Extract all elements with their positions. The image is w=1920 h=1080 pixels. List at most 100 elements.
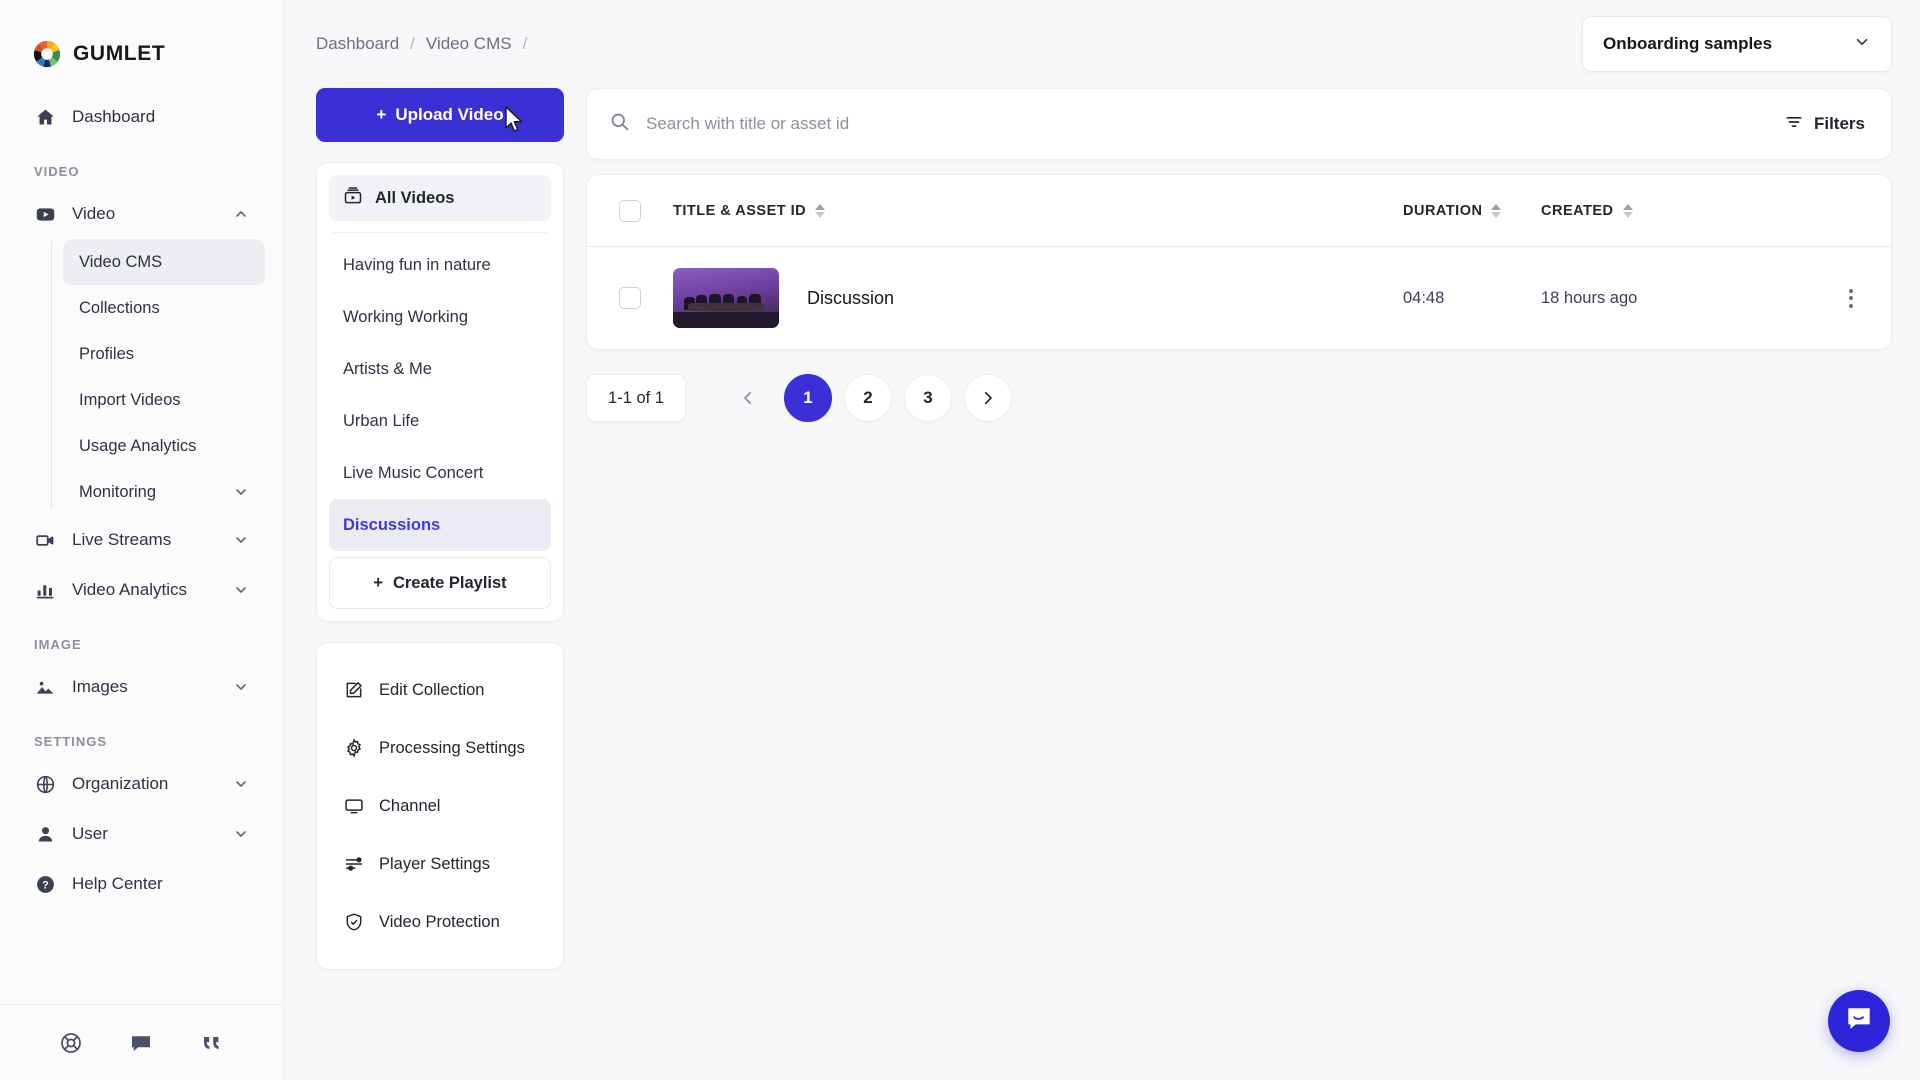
image-icon bbox=[34, 676, 56, 698]
sort-created[interactable] bbox=[1622, 203, 1633, 218]
playlist-item-discussions[interactable]: Discussions bbox=[329, 499, 551, 551]
app-root: GUMLET Dashboard VIDEO Video Video CMS C… bbox=[0, 0, 1920, 1080]
sidebar-item-user-label: User bbox=[72, 824, 108, 843]
sidebar-item-monitoring[interactable]: Monitoring bbox=[63, 469, 265, 515]
sidebar-item-dashboard[interactable]: Dashboard bbox=[18, 92, 265, 142]
sidebar-item-live-streams[interactable]: Live Streams bbox=[18, 515, 265, 565]
create-playlist-button[interactable]: + Create Playlist bbox=[329, 557, 551, 609]
sidebar-item-collections[interactable]: Collections bbox=[63, 285, 265, 331]
sidebar-item-import-videos[interactable]: Import Videos bbox=[63, 377, 265, 423]
intercom-chat-button[interactable] bbox=[1828, 990, 1890, 1052]
sidebar-item-usage-analytics[interactable]: Usage Analytics bbox=[63, 423, 265, 469]
sidebar-nav: Dashboard VIDEO Video Video CMS Collecti… bbox=[0, 78, 283, 1004]
chevron-down-icon bbox=[233, 826, 249, 842]
kebab-menu-icon[interactable] bbox=[1849, 288, 1853, 308]
playlist-item-live-music-concert[interactable]: Live Music Concert bbox=[329, 447, 551, 499]
sidebar-item-video-analytics[interactable]: Video Analytics bbox=[18, 565, 265, 615]
filters-button[interactable]: Filters bbox=[1784, 112, 1865, 137]
playlist-item-artists-and-me[interactable]: Artists & Me bbox=[329, 343, 551, 395]
chevron-down-icon bbox=[233, 776, 249, 792]
chevron-down-icon bbox=[233, 532, 249, 548]
playlist-item-label: Having fun in nature bbox=[343, 255, 491, 274]
home-icon bbox=[34, 106, 56, 128]
sidebar-item-profiles-label: Profiles bbox=[79, 344, 135, 363]
playlist-item-having-fun-in-nature[interactable]: Having fun in nature bbox=[329, 239, 551, 291]
channel-item[interactable]: Channel bbox=[329, 777, 551, 835]
quote-icon[interactable] bbox=[199, 1030, 225, 1056]
globe-icon bbox=[34, 773, 56, 795]
pagination-page-2[interactable]: 2 bbox=[844, 374, 892, 422]
sort-duration[interactable] bbox=[1491, 203, 1502, 218]
chat-icon[interactable] bbox=[128, 1030, 154, 1056]
sidebar-item-monitoring-label: Monitoring bbox=[79, 482, 157, 501]
discussion-thumbnail[interactable] bbox=[673, 268, 779, 328]
edit-square-icon bbox=[343, 679, 365, 701]
sidebar-item-usage-analytics-label: Usage Analytics bbox=[79, 436, 197, 455]
playlist-item-label: Working Working bbox=[343, 307, 469, 326]
sidebar-group-video[interactable]: Video bbox=[18, 189, 265, 239]
question-circle-icon: ? bbox=[34, 873, 56, 895]
player-settings-item[interactable]: Player Settings bbox=[329, 835, 551, 893]
playlist-card: All Videos Having fun in nature Working … bbox=[316, 162, 564, 622]
row-checkbox[interactable] bbox=[619, 287, 641, 309]
sort-title-asset-id[interactable] bbox=[815, 203, 826, 218]
breadcrumb-video-cms[interactable]: Video CMS bbox=[426, 34, 512, 54]
column-created-label: CREATED bbox=[1541, 202, 1614, 219]
pagination-next-button[interactable] bbox=[964, 374, 1012, 422]
svg-text:?: ? bbox=[42, 879, 49, 891]
row-duration-value: 04:48 bbox=[1403, 288, 1445, 307]
breadcrumb-dashboard[interactable]: Dashboard bbox=[316, 34, 399, 54]
organization-select[interactable]: Onboarding samples bbox=[1582, 16, 1892, 72]
sidebar-item-organization[interactable]: Organization bbox=[18, 759, 265, 809]
brand-logo[interactable]: GUMLET bbox=[0, 0, 283, 78]
pagination-page-1[interactable]: 1 bbox=[784, 374, 832, 422]
search-bar: Filters bbox=[586, 88, 1892, 160]
edit-collection-item[interactable]: Edit Collection bbox=[329, 661, 551, 719]
sidebar-footer bbox=[0, 1004, 283, 1080]
filters-button-label: Filters bbox=[1813, 114, 1865, 133]
search-input[interactable] bbox=[646, 114, 1784, 134]
intercom-chat-icon bbox=[1844, 1004, 1874, 1039]
sidebar-item-help-center-label: Help Center bbox=[72, 874, 163, 893]
row-created-value: 18 hours ago bbox=[1541, 288, 1638, 307]
pagination-page-3[interactable]: 3 bbox=[904, 374, 952, 422]
sidebar-section-video: VIDEO bbox=[34, 164, 80, 179]
sidebar-item-import-videos-label: Import Videos bbox=[79, 390, 181, 409]
right-column: Filters TITLE & ASSET ID bbox=[586, 88, 1892, 970]
upload-video-button[interactable]: + Upload Video bbox=[316, 88, 564, 142]
playlist-item-urban-life[interactable]: Urban Life bbox=[329, 395, 551, 447]
row-created-cell: 18 hours ago bbox=[1541, 289, 1811, 308]
playlist-item-label: Artists & Me bbox=[343, 359, 432, 378]
sidebar-item-images[interactable]: Images bbox=[18, 662, 265, 712]
video-play-icon bbox=[34, 203, 56, 225]
lifebuoy-icon[interactable] bbox=[58, 1030, 84, 1056]
video-protection-item[interactable]: Video Protection bbox=[329, 893, 551, 951]
chevron-down-icon bbox=[233, 582, 249, 598]
plus-icon: + bbox=[376, 105, 387, 124]
sidebar-group-video-label: Video bbox=[72, 204, 116, 223]
playlist-item-working-working[interactable]: Working Working bbox=[329, 291, 551, 343]
content-area: + Upload Video All Videos Having fun in bbox=[284, 88, 1920, 970]
pagination-prev-button[interactable] bbox=[724, 374, 772, 422]
pagination-count: 1-1 of 1 bbox=[586, 374, 686, 422]
table-row[interactable]: Discussion 04:48 18 hours ago bbox=[587, 247, 1891, 349]
row-actions-cell bbox=[1811, 288, 1891, 308]
all-videos-item[interactable]: All Videos bbox=[329, 175, 551, 221]
sidebar-item-user[interactable]: User bbox=[18, 809, 265, 859]
row-select-cell bbox=[587, 287, 673, 309]
sidebar-item-collections-label: Collections bbox=[79, 298, 160, 317]
all-videos-icon bbox=[343, 186, 363, 211]
monitor-icon bbox=[343, 795, 365, 817]
playlist-item-label: Live Music Concert bbox=[343, 463, 484, 482]
select-all-checkbox[interactable] bbox=[619, 199, 641, 222]
sidebar-item-help-center[interactable]: ? Help Center bbox=[18, 859, 265, 909]
sidebar-item-profiles[interactable]: Profiles bbox=[63, 331, 265, 377]
sliders-icon bbox=[343, 853, 365, 875]
sidebar-item-video-cms[interactable]: Video CMS bbox=[63, 239, 265, 285]
processing-settings-item[interactable]: Processing Settings bbox=[329, 719, 551, 777]
main-area: Dashboard / Video CMS / Onboarding sampl… bbox=[284, 0, 1920, 1080]
video-camera-icon bbox=[34, 529, 56, 551]
breadcrumb-separator-2: / bbox=[522, 34, 528, 53]
chevron-down-icon bbox=[1853, 33, 1871, 56]
chevron-down-icon bbox=[233, 484, 249, 500]
